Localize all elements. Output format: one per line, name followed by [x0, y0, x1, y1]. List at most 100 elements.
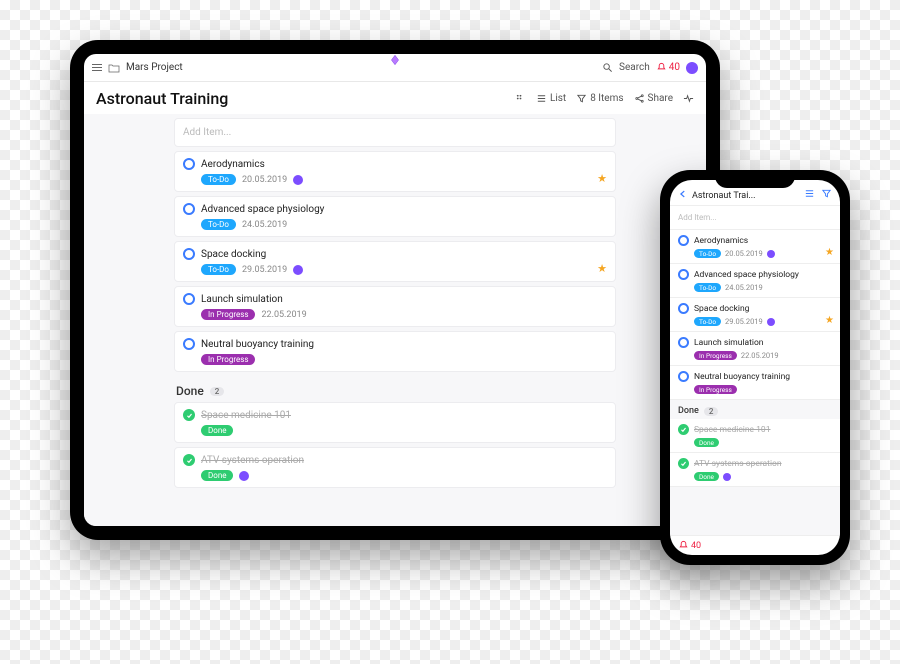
list-item[interactable]: ATV systems operation Done	[670, 453, 840, 487]
star-icon[interactable]: ★	[825, 315, 834, 326]
tablet-device: Mars Project Search 40 Astronaut Trainin…	[70, 40, 720, 540]
list-item[interactable]: Space medicine 101 Done	[174, 402, 616, 443]
assignee-avatar	[767, 318, 775, 326]
add-item-input[interactable]: Add Item...	[174, 118, 616, 147]
grid-icon	[515, 93, 526, 104]
status-badge: Done	[201, 425, 233, 436]
item-title: Launch simulation	[694, 338, 764, 348]
add-item-placeholder: Add Item...	[183, 127, 231, 138]
list-item[interactable]: Space medicine 101 Done	[670, 419, 840, 453]
checkbox-icon[interactable]	[183, 338, 195, 350]
list-item[interactable]: Neutral buoyancy training In Progress	[174, 331, 616, 372]
item-date: 22.05.2019	[741, 351, 779, 360]
status-badge: To-Do	[694, 249, 721, 258]
avatar[interactable]	[686, 62, 698, 74]
share-icon	[634, 93, 645, 104]
list-icon[interactable]	[804, 188, 815, 201]
view-dots-button[interactable]	[515, 93, 526, 104]
item-title: Space medicine 101	[694, 425, 771, 435]
phone-screen: Astronaut Trai... Add Item... Aerodynami…	[670, 180, 840, 555]
checkbox-icon[interactable]	[678, 235, 689, 246]
status-badge: Done	[201, 470, 233, 481]
phone-items-list: Add Item... Aerodynamics To-Do 20.05.201…	[670, 206, 840, 535]
tablet-screen: Mars Project Search 40 Astronaut Trainin…	[84, 54, 706, 526]
notifications-button[interactable]: 40	[678, 540, 701, 551]
item-title: Aerodynamics	[201, 159, 265, 170]
checkbox-done-icon[interactable]	[183, 409, 195, 421]
bell-icon	[656, 62, 667, 73]
star-icon[interactable]: ★	[597, 172, 607, 185]
list-item[interactable]: Aerodynamics To-Do 20.05.2019 ★	[174, 151, 616, 192]
done-section-header[interactable]: Done 2	[670, 400, 840, 419]
items-list: Add Item... Aerodynamics To-Do 20.05.201…	[84, 114, 706, 526]
item-date: 29.05.2019	[242, 265, 287, 275]
view-list-label: List	[550, 93, 566, 104]
done-section-header[interactable]: Done 2	[174, 376, 616, 402]
list-item[interactable]: Space docking To-Do 29.05.2019 ★	[670, 298, 840, 332]
item-date: 24.05.2019	[242, 220, 287, 230]
star-icon[interactable]: ★	[597, 262, 607, 275]
item-title: Launch simulation	[201, 294, 283, 305]
status-badge: To-Do	[694, 317, 721, 326]
item-title: Aerodynamics	[694, 236, 748, 246]
search-icon[interactable]	[602, 62, 613, 73]
activity-button[interactable]	[683, 93, 694, 104]
item-title: ATV systems operation	[694, 459, 782, 469]
item-date: 22.05.2019	[261, 310, 306, 320]
list-item[interactable]: Advanced space physiology To-Do 24.05.20…	[174, 196, 616, 237]
add-item-input[interactable]: Add Item...	[670, 206, 840, 230]
checkbox-icon[interactable]	[183, 203, 195, 215]
assignee-avatar	[239, 471, 249, 481]
list-item[interactable]: Launch simulation In Progress 22.05.2019	[670, 332, 840, 366]
list-item[interactable]: Space docking To-Do 29.05.2019 ★	[174, 241, 616, 282]
checkbox-icon[interactable]	[678, 303, 689, 314]
star-icon[interactable]: ★	[825, 247, 834, 258]
list-item[interactable]: Advanced space physiology To-Do 24.05.20…	[670, 264, 840, 298]
assignee-avatar	[293, 175, 303, 185]
notification-count: 40	[669, 62, 680, 73]
item-title: Advanced space physiology	[694, 270, 799, 280]
status-badge: To-Do	[694, 283, 721, 292]
back-button[interactable]	[678, 189, 688, 201]
status-badge: Done	[694, 438, 719, 447]
item-title: Space medicine 101	[201, 410, 291, 421]
checkbox-icon[interactable]	[183, 293, 195, 305]
checkbox-icon[interactable]	[183, 158, 195, 170]
phone-device: Astronaut Trai... Add Item... Aerodynami…	[660, 170, 850, 565]
notification-count: 40	[691, 541, 701, 551]
list-item[interactable]: Neutral buoyancy training In Progress	[670, 366, 840, 400]
status-badge: In Progress	[694, 385, 737, 394]
checkbox-done-icon[interactable]	[678, 424, 689, 435]
breadcrumb[interactable]: Mars Project	[126, 62, 183, 73]
checkbox-icon[interactable]	[183, 248, 195, 260]
item-title: Neutral buoyancy training	[201, 339, 314, 350]
filter-button[interactable]: 8 Items	[576, 93, 623, 104]
phone-page-title: Astronaut Trai...	[692, 191, 800, 201]
view-list-button[interactable]: List	[536, 93, 566, 104]
filter-icon	[576, 93, 587, 104]
item-title: Neutral buoyancy training	[694, 372, 790, 382]
search-label[interactable]: Search	[619, 62, 650, 73]
checkbox-icon[interactable]	[678, 371, 689, 382]
item-title: ATV systems operation	[201, 455, 304, 466]
checkbox-done-icon[interactable]	[183, 454, 195, 466]
assignee-avatar	[767, 250, 775, 258]
list-item[interactable]: ATV systems operation Done	[174, 447, 616, 488]
phone-notch	[715, 170, 795, 188]
item-date: 24.05.2019	[725, 283, 763, 292]
list-item[interactable]: Launch simulation In Progress 22.05.2019	[174, 286, 616, 327]
folder-icon[interactable]	[108, 63, 120, 73]
menu-icon[interactable]	[92, 64, 102, 71]
checkbox-done-icon[interactable]	[678, 458, 689, 469]
share-button[interactable]: Share	[634, 93, 673, 104]
filter-icon[interactable]	[821, 188, 832, 201]
checkbox-icon[interactable]	[678, 269, 689, 280]
item-date: 20.05.2019	[242, 175, 287, 185]
list-item[interactable]: Aerodynamics To-Do 20.05.2019 ★	[670, 230, 840, 264]
share-label: Share	[648, 93, 673, 104]
status-badge: To-Do	[201, 219, 236, 230]
bell-icon	[678, 540, 689, 551]
checkbox-icon[interactable]	[678, 337, 689, 348]
notifications-button[interactable]: 40	[656, 62, 680, 73]
status-badge: In Progress	[694, 351, 737, 360]
